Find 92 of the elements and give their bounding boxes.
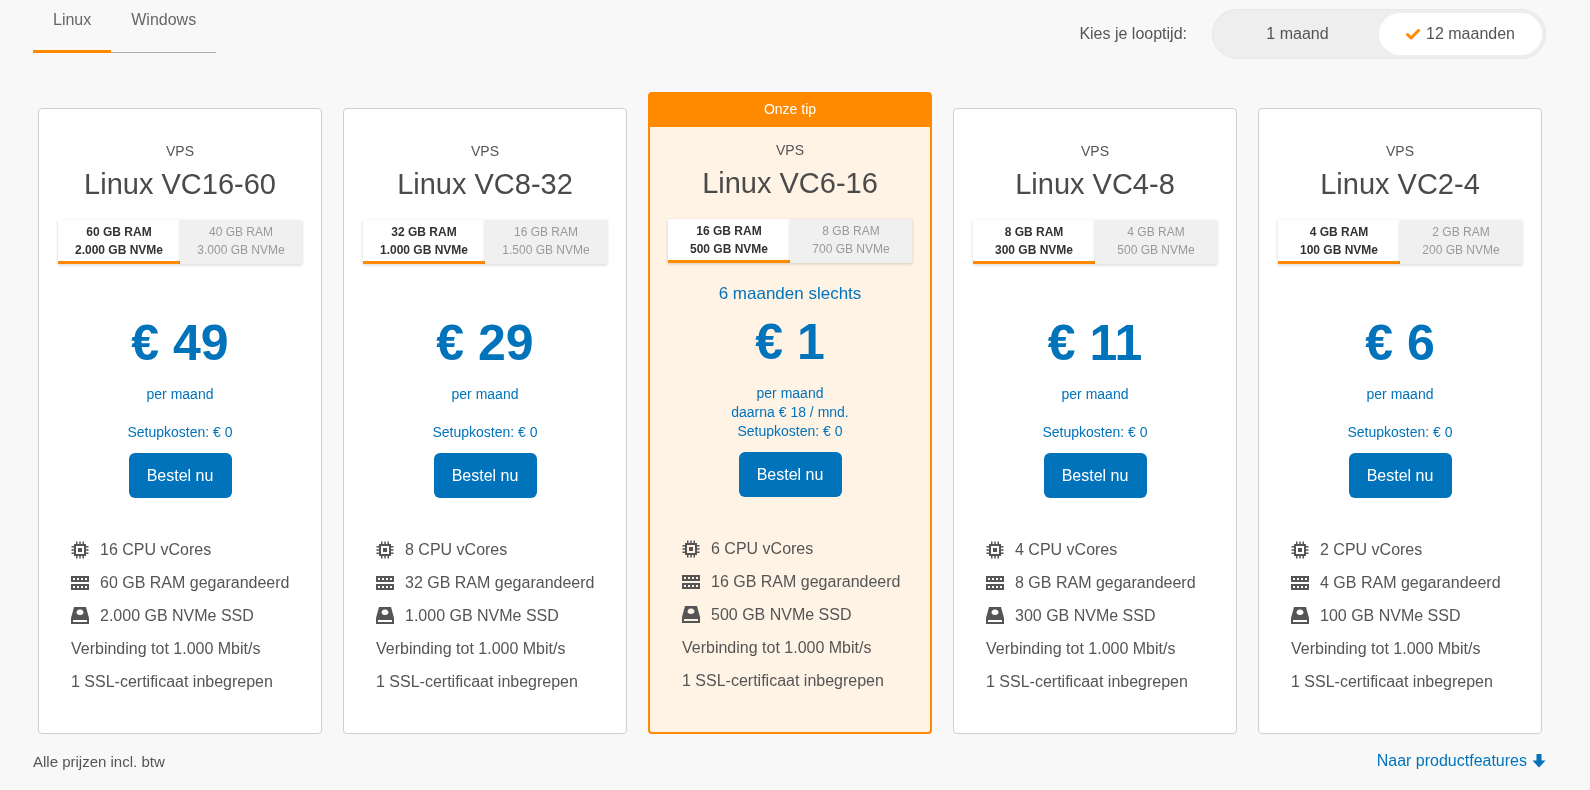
price: € 11: [1047, 314, 1143, 373]
hard-drive-icon: [1291, 607, 1309, 624]
hard-drive-icon: [376, 607, 394, 624]
os-tab[interactable]: Windows: [111, 0, 217, 53]
later-price: daarna € 18 / mnd.: [731, 403, 849, 422]
memory-icon: [682, 573, 700, 590]
config-option[interactable]: 2 GB RAM 200 GB NVMe: [1400, 220, 1522, 264]
setup-fee: Setupkosten: € 0: [1347, 423, 1453, 442]
price-note: Alle prijzen incl. btw: [33, 752, 165, 770]
memory-icon: [376, 574, 394, 591]
setup-fee: Setupkosten: € 0: [432, 423, 538, 442]
chip-icon: [376, 540, 394, 559]
chip-icon: [71, 540, 89, 559]
plan-category: VPS: [166, 142, 194, 160]
price: € 6: [1365, 314, 1435, 373]
config-option[interactable]: 4 GB RAM 500 GB NVMe: [1095, 220, 1217, 264]
feature-text: 1 SSL-certificaat inbegrepen: [682, 671, 884, 690]
recommendation-badge: Onze tip: [650, 94, 930, 127]
feature-text: 2.000 GB NVMe SSD: [100, 606, 254, 625]
plan-title: Linux VC2-4: [1320, 167, 1480, 202]
config-option[interactable]: 60 GB RAM 2.000 GB NVMe: [58, 220, 180, 264]
feature-text: 8 GB RAM gegarandeerd: [1015, 573, 1196, 592]
setup-fee: Setupkosten: € 0: [1042, 423, 1148, 442]
term-option[interactable]: 12 maanden: [1379, 13, 1542, 55]
feature-text: 16 GB RAM gegarandeerd: [711, 572, 901, 591]
plan-title: Linux VC6-16: [702, 166, 878, 201]
plan-title: Linux VC4-8: [1015, 167, 1175, 202]
feature-text: 100 GB NVMe SSD: [1320, 606, 1461, 625]
config-option[interactable]: 16 GB RAM 500 GB NVMe: [668, 219, 790, 263]
os-tab[interactable]: Linux: [33, 0, 112, 53]
feature-text: 1 SSL-certificaat inbegrepen: [71, 672, 273, 691]
order-button[interactable]: Bestel nu: [1043, 453, 1147, 498]
feature-text: 300 GB NVMe SSD: [1015, 606, 1156, 625]
feature-text: Verbinding tot 1.000 Mbit/s: [986, 639, 1176, 658]
plan-category: VPS: [776, 141, 804, 159]
config-option[interactable]: 8 GB RAM 700 GB NVMe: [790, 219, 912, 263]
arrow-down-icon: [1532, 754, 1546, 768]
plan-category: VPS: [1386, 142, 1414, 160]
chip-icon: [986, 540, 1004, 559]
price: € 1: [755, 313, 825, 372]
feature-text: 32 GB RAM gegarandeerd: [405, 573, 595, 592]
config-option[interactable]: 4 GB RAM 100 GB NVMe: [1278, 220, 1400, 264]
chip-icon: [1291, 540, 1309, 559]
price-period: per maand: [1366, 385, 1434, 404]
config-option[interactable]: 32 GB RAM 1.000 GB NVMe: [363, 220, 485, 264]
hard-drive-icon: [682, 606, 700, 623]
feature-text: Verbinding tot 1.000 Mbit/s: [1291, 639, 1481, 658]
term-label: Kies je looptijd:: [1079, 25, 1187, 43]
feature-text: 1.000 GB NVMe SSD: [405, 606, 559, 625]
price-period: per maand: [1061, 385, 1129, 404]
config-option[interactable]: 8 GB RAM 300 GB NVMe: [973, 220, 1095, 264]
feature-text: 2 CPU vCores: [1320, 540, 1423, 559]
price-period: per maand: [451, 385, 519, 404]
feature-text: Verbinding tot 1.000 Mbit/s: [376, 639, 566, 658]
feature-text: 16 CPU vCores: [100, 540, 212, 559]
feature-text: 1 SSL-certificaat inbegrepen: [376, 672, 578, 691]
feature-text: 4 GB RAM gegarandeerd: [1320, 573, 1501, 592]
product-features-link[interactable]: Naar productfeatures: [1376, 752, 1546, 770]
feature-text: Verbinding tot 1.000 Mbit/s: [71, 639, 261, 658]
feature-text: 1 SSL-certificaat inbegrepen: [1291, 672, 1493, 691]
price-period: per maand: [756, 384, 824, 403]
plan-category: VPS: [471, 142, 499, 160]
feature-text: 1 SSL-certificaat inbegrepen: [986, 672, 1188, 691]
promo-text: 6 maanden slechts: [718, 283, 862, 305]
price: € 49: [131, 314, 229, 373]
setup-fee: Setupkosten: € 0: [737, 422, 843, 441]
price-period: per maand: [146, 385, 214, 404]
hard-drive-icon: [986, 607, 1004, 624]
chip-icon: [682, 539, 700, 558]
order-button[interactable]: Bestel nu: [1348, 453, 1452, 498]
plan-title: Linux VC8-32: [397, 167, 573, 202]
feature-text: Verbinding tot 1.000 Mbit/s: [682, 638, 872, 657]
feature-text: 60 GB RAM gegarandeerd: [100, 573, 290, 592]
order-button[interactable]: Bestel nu: [738, 452, 842, 497]
order-button[interactable]: Bestel nu: [128, 453, 232, 498]
config-option[interactable]: 16 GB RAM 1.500 GB NVMe: [485, 220, 607, 264]
price: € 29: [436, 314, 534, 373]
plan-category: VPS: [1081, 142, 1109, 160]
memory-icon: [71, 574, 89, 591]
term-option[interactable]: 1 maand: [1216, 13, 1379, 55]
setup-fee: Setupkosten: € 0: [127, 423, 233, 442]
hard-drive-icon: [71, 607, 89, 624]
feature-text: 8 CPU vCores: [405, 540, 508, 559]
plan-title: Linux VC16-60: [84, 167, 276, 202]
order-button[interactable]: Bestel nu: [433, 453, 537, 498]
memory-icon: [986, 574, 1004, 591]
feature-text: 6 CPU vCores: [711, 539, 814, 558]
feature-text: 4 CPU vCores: [1015, 540, 1118, 559]
feature-text: 500 GB NVMe SSD: [711, 605, 852, 624]
memory-icon: [1291, 574, 1309, 591]
check-icon: [1406, 28, 1420, 40]
config-option[interactable]: 40 GB RAM 3.000 GB NVMe: [180, 220, 302, 264]
